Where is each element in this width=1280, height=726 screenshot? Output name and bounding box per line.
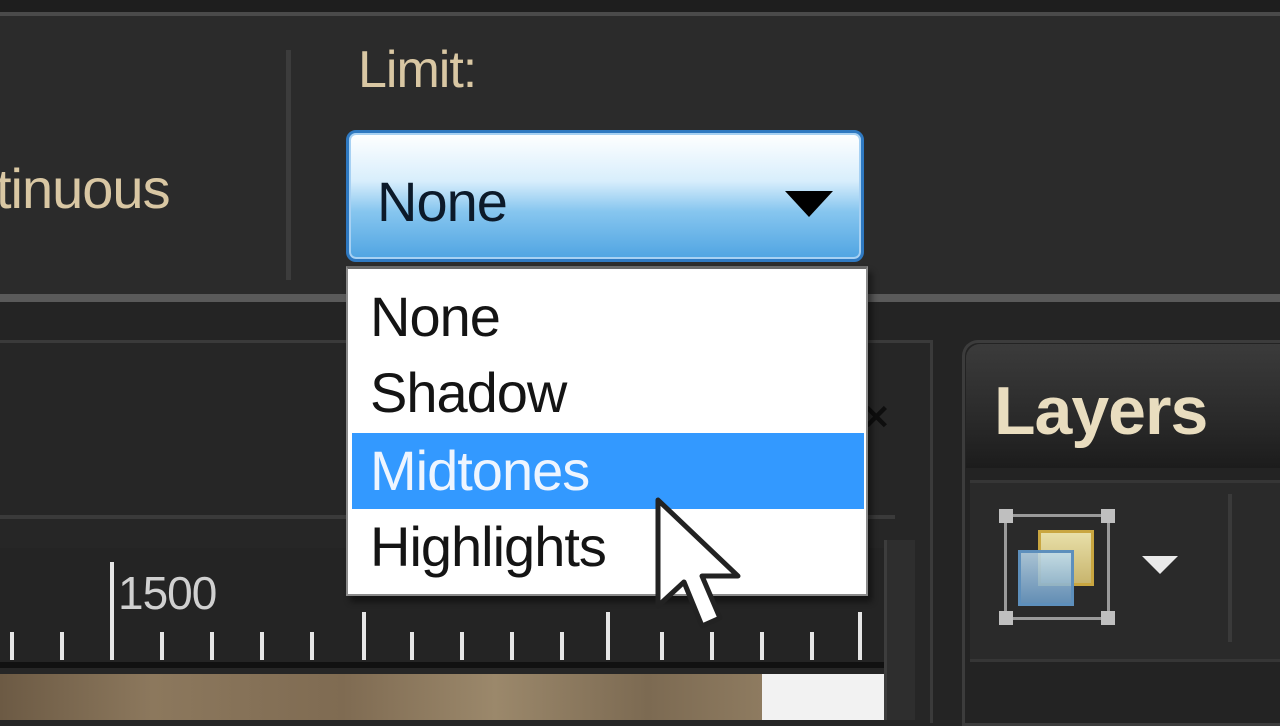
ruler-tick-minor: [460, 632, 464, 660]
dropdown-option-highlights[interactable]: Highlights: [352, 509, 864, 585]
layer-square-front: [1018, 550, 1074, 606]
ruler-tick-minor: [10, 632, 14, 660]
ruler-tick-minor: [510, 632, 514, 660]
frame-corner: [999, 611, 1013, 625]
vertical-scrollbar[interactable]: [884, 540, 915, 720]
frame-corner: [999, 509, 1013, 523]
ruler-tick-minor: [210, 632, 214, 660]
ruler-tick-minor: [710, 632, 714, 660]
dropdown-option-shadow[interactable]: Shadow: [352, 355, 864, 431]
contiguous-label[interactable]: tinuous: [0, 156, 171, 221]
ruler-tick-minor: [310, 632, 314, 660]
limit-select[interactable]: None: [346, 130, 864, 262]
ruler-label: 1500: [118, 567, 217, 619]
chevron-down-icon[interactable]: [785, 191, 833, 217]
ruler-tick-minor: [410, 632, 414, 660]
layers-toolbar-divider: [1228, 494, 1232, 642]
title-bar-strip: [0, 0, 1280, 12]
dropdown-option-midtones[interactable]: Midtones: [352, 433, 864, 509]
chevron-down-icon[interactable]: [1142, 556, 1178, 574]
mouse-pointer-icon: [655, 497, 741, 629]
dropdown-option-none[interactable]: None: [352, 279, 864, 355]
ruler-tick-minor: [60, 632, 64, 660]
limit-dropdown-list: None Shadow Midtones Highlights: [346, 266, 868, 596]
ruler-tick-minor: [810, 632, 814, 660]
frame-corner: [1101, 611, 1115, 625]
frame-corner: [1101, 509, 1115, 523]
limit-label: Limit:: [358, 41, 477, 99]
ruler-baseline: [0, 662, 884, 668]
ruler-tick-minor: [260, 632, 264, 660]
ruler-tick-minor: [160, 632, 164, 660]
ruler-tick-minor: [560, 632, 564, 660]
limit-select-value: None: [377, 170, 508, 233]
options-separator: [286, 50, 291, 280]
layers-panel-title: Layers: [994, 373, 1208, 449]
ruler-tick-major: [362, 612, 366, 660]
ruler-tick-major: [606, 612, 610, 660]
canvas-area[interactable]: [762, 674, 884, 720]
ruler-tick-major: [858, 612, 862, 660]
ruler-tick-major: [110, 562, 114, 660]
canvas-image[interactable]: [0, 674, 762, 720]
ruler-tick-minor: [760, 632, 764, 660]
ruler-tick-minor: [660, 632, 664, 660]
